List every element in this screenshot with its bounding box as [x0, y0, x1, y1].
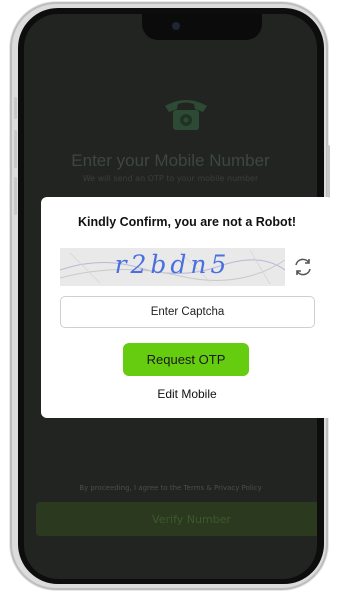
edit-mobile-link[interactable]: Edit Mobile [41, 387, 333, 401]
captcha-input[interactable] [60, 296, 315, 328]
terms-text: By proceeding, I agree to the Terms & Pr… [79, 484, 262, 492]
refresh-icon[interactable] [291, 255, 315, 279]
captcha-modal: Kindly Confirm, you are not a Robot! r2b… [41, 197, 333, 418]
captcha-text: r2bdn5 [114, 250, 231, 279]
volume-down-button [14, 177, 17, 215]
mute-switch [14, 97, 17, 119]
modal-title: Kindly Confirm, you are not a Robot! [77, 215, 297, 229]
volume-up-button [14, 130, 17, 168]
captcha-image: r2bdn5 [60, 248, 285, 286]
background-title: Enter your Mobile Number [71, 151, 270, 170]
request-otp-button[interactable]: Request OTP [123, 343, 249, 376]
verify-number-label: Verify Number [152, 512, 231, 526]
background-subtitle: We will send an OTP to your mobile numbe… [82, 174, 259, 183]
telephone-icon [159, 92, 213, 134]
power-button [327, 145, 330, 203]
verify-number-button: Verify Number → [36, 502, 317, 536]
